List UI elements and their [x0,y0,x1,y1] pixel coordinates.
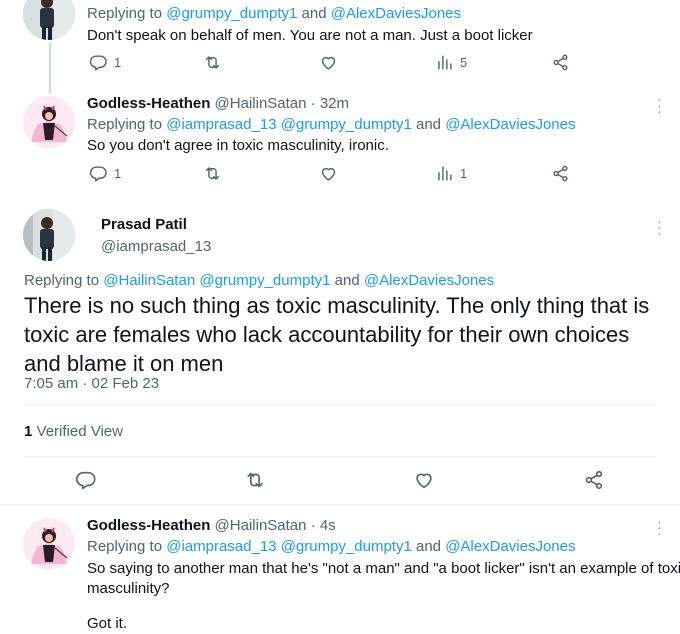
reply-icon [89,53,108,72]
tweet-actions: 1 5 [0,53,680,75]
retweet-icon [203,164,222,183]
share-icon [551,164,570,183]
mention-link[interactable]: @AlexDaviesJones [445,538,575,555]
avatar[interactable] [23,0,75,40]
user-handle[interactable]: @HailinSatan [215,95,307,112]
user-handle[interactable]: @iamprasad_13 [101,238,211,255]
reply-button[interactable]: 1 [89,53,121,72]
reply-button[interactable] [75,469,97,491]
mention-link[interactable]: @grumpy_dumpty1 [199,272,330,289]
and-text: and [411,116,446,133]
and-text: and [330,272,364,289]
mention-link[interactable]: @grumpy_dumpty1 [166,5,297,22]
replying-to: Replying to @iamprasad_13 @grumpy_dumpty… [87,116,575,133]
replying-prefix: Replying to [87,116,167,133]
like-button[interactable] [319,164,338,183]
mention-link[interactable]: @AlexDaviesJones [364,272,494,289]
share-button[interactable] [583,469,605,491]
mention-link[interactable]: @grumpy_dumpty1 [281,116,412,133]
tweet-actions: 1 1 [0,164,680,186]
reply-icon [89,164,108,183]
replying-to: Replying to @iamprasad_13 @grumpy_dumpty… [87,538,575,555]
retweet-icon [244,469,266,491]
tweet-header: Godless-Heathen @HailinSatan · 4s [87,517,336,534]
and-text: and [411,538,446,555]
tweet-header: Godless-Heathen @HailinSatan · 32m [87,95,349,112]
tweet-time[interactable]: · 4s [311,517,336,534]
more-icon[interactable]: · · · [657,214,662,240]
tweet-text: Don't speak on behalf of men. You are no… [87,27,533,44]
avatar[interactable] [23,96,75,148]
views-icon [435,53,454,72]
retweet-button[interactable] [203,164,222,183]
replying-prefix: Replying to [87,5,167,22]
like-button[interactable] [319,53,338,72]
verified-views[interactable]: 1 Verified View [24,423,123,440]
retweet-button[interactable] [244,469,266,491]
tweet-timestamp[interactable]: 7:05 am · 02 Feb 23 [24,375,159,392]
views-button[interactable]: 5 [435,53,467,72]
replying-prefix: Replying to [24,272,104,289]
like-button[interactable] [413,469,435,491]
more-icon[interactable]: · · · [657,514,662,540]
mention-link[interactable]: @iamprasad_13 [166,116,276,133]
avatar[interactable] [23,518,75,570]
mention-link[interactable]: @iamprasad_13 [166,538,276,555]
tweet-time[interactable]: · 32m [311,95,349,112]
divider [24,456,657,457]
like-icon [319,164,338,183]
reply-icon [75,469,97,491]
divider [24,404,657,405]
mention-link[interactable]: @AlexDaviesJones [445,116,575,133]
display-name[interactable]: Prasad Patil [101,216,187,233]
retweet-button[interactable] [203,53,222,72]
mention-link[interactable]: @AlexDaviesJones [331,5,461,22]
verified-label: Verified View [32,423,123,440]
retweet-icon [203,53,222,72]
replying-to: Replying to @HailinSatan @grumpy_dumpty1… [24,272,494,289]
more-icon[interactable]: · · · [657,92,662,118]
reply-count: 1 [114,55,122,70]
replying-prefix: Replying to [87,538,167,555]
like-icon [413,469,435,491]
tweet-text: So you don't agree in toxic masculinity,… [87,137,389,154]
and-text: and [297,5,331,22]
reply-count: 1 [114,166,122,181]
replying-to: Replying to @grumpy_dumpty1 and @AlexDav… [87,5,461,22]
share-icon [551,53,570,72]
user-handle[interactable]: @HailinSatan [215,517,307,534]
tweet-text-line: So saying to another man that he's "not … [87,560,680,577]
reply-button[interactable]: 1 [89,164,121,183]
main-tweet-actions [0,469,680,491]
display-name[interactable]: Godless-Heathen [87,517,210,534]
tweet-text-line: masculinity? [87,580,170,597]
tweet-text: There is no such thing as toxic masculin… [24,293,650,376]
views-count: 5 [460,55,468,70]
views-count: 1 [460,166,468,181]
share-button[interactable] [551,53,570,72]
mention-link[interactable]: @HailinSatan [103,272,195,289]
share-button[interactable] [551,164,570,183]
share-icon [583,469,605,491]
avatar[interactable] [23,209,75,261]
display-name[interactable]: Godless-Heathen [87,95,210,112]
views-button[interactable]: 1 [435,164,467,183]
mention-link[interactable]: @grumpy_dumpty1 [281,538,412,555]
divider [0,504,680,505]
views-icon [435,164,454,183]
tweet-text-line: Got it. [87,615,128,632]
like-icon [319,53,338,72]
